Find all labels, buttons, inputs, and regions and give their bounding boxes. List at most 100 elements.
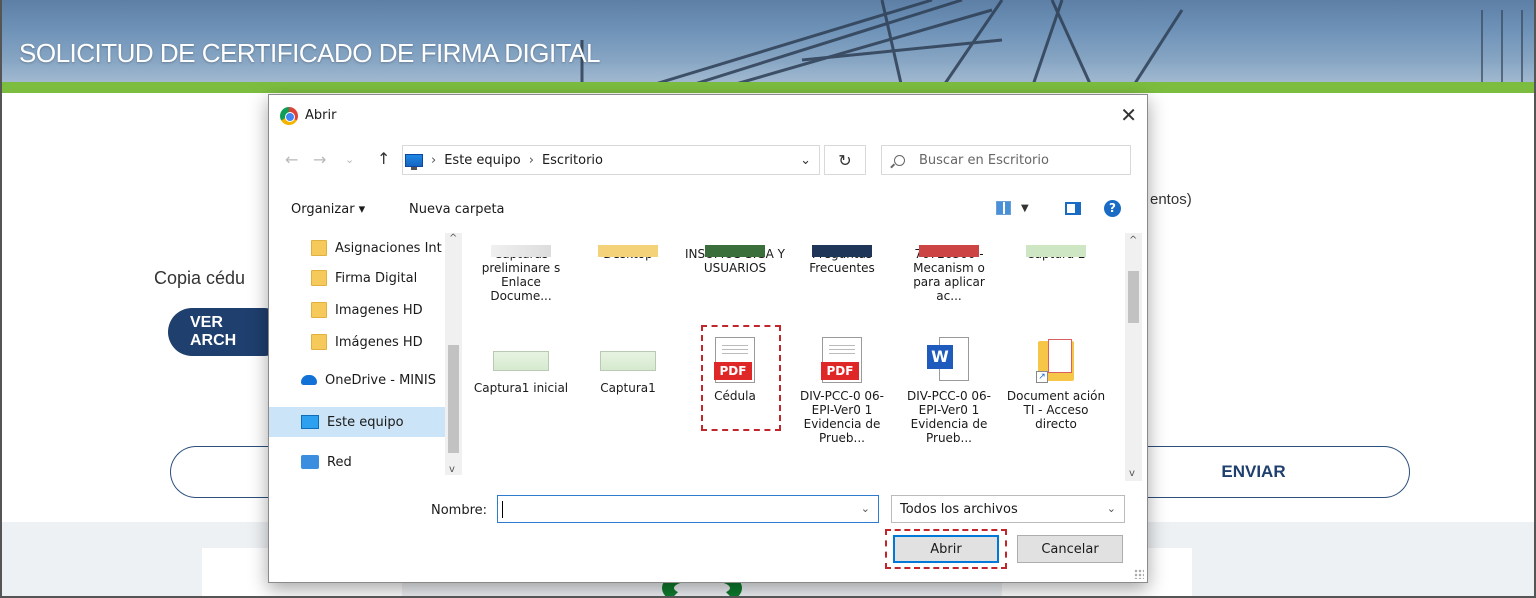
nav-item-imagenes-hd-2[interactable]: Imágenes HD: [269, 327, 445, 357]
breadcrumb-escritorio[interactable]: Escritorio: [542, 153, 603, 168]
breadcrumb-separator-icon: ›: [528, 152, 534, 168]
word-icon: W: [927, 337, 971, 383]
chevron-down-icon: ⌄: [1106, 502, 1116, 515]
new-folder-button[interactable]: Nueva carpeta: [409, 202, 505, 217]
shortcut-icon: ↗: [1034, 337, 1078, 383]
left-outline-button[interactable]: [170, 446, 270, 498]
folder-icon: [311, 302, 327, 318]
nav-scrollbar[interactable]: ^ v: [445, 233, 462, 475]
forward-arrow-icon[interactable]: →: [313, 150, 326, 169]
cancel-button[interactable]: Cancelar: [1017, 535, 1123, 563]
navigation-pane: Asignaciones Int Firma Digital Imagenes …: [269, 233, 463, 475]
file-item[interactable]: Captura1 inicial: [471, 337, 571, 395]
file-name: Captura1 inicial: [473, 381, 569, 395]
folder-icon: [598, 245, 658, 257]
nav-item-asignaciones[interactable]: Asignaciones Int: [269, 233, 445, 263]
nav-item-red[interactable]: Red: [269, 447, 445, 475]
scroll-thumb[interactable]: [1128, 271, 1139, 323]
file-item[interactable]: Captura1: [578, 337, 678, 395]
document-icon: [919, 245, 979, 257]
scroll-down-icon[interactable]: v: [449, 464, 455, 475]
chevron-down-icon[interactable]: ▼: [1021, 203, 1029, 214]
folder-icon: [311, 334, 327, 350]
nav-item-firma-digital[interactable]: Firma Digital: [269, 263, 445, 293]
nav-item-label: Firma Digital: [335, 270, 418, 286]
file-item[interactable]: ↗ Document ación TI - Acceso directo: [1006, 337, 1106, 431]
file-name: Captura1: [600, 381, 656, 395]
page-title: SOLICITUD DE CERTIFICADO DE FIRMA DIGITA…: [19, 38, 600, 68]
back-arrow-icon[interactable]: ←: [285, 150, 298, 169]
page: SOLICITUD DE CERTIFICADO DE FIRMA DIGITA…: [0, 0, 1536, 598]
file-grid: Capturas preliminare s Enlace Docume... …: [465, 233, 1125, 481]
dialog-titlebar: Abrir ✕: [269, 95, 1147, 135]
file-item[interactable]: Preguntas Frecuentes: [792, 245, 892, 275]
filename-input[interactable]: ⌄: [497, 495, 879, 523]
word-badge: W: [927, 345, 953, 369]
up-arrow-icon[interactable]: ↑: [377, 149, 390, 168]
open-file-dialog: Abrir ✕ ← → ⌄ ↑ › Este equipo › Escritor…: [268, 94, 1148, 583]
image-icon: [600, 351, 656, 371]
send-button-label: ENVIAR: [1221, 462, 1286, 481]
chevron-down-icon[interactable]: ⌄: [800, 153, 811, 168]
file-type-select[interactable]: Todos los archivos ⌄: [891, 495, 1125, 523]
pdf-page-shape: [1048, 339, 1072, 373]
open-button-highlight: [885, 529, 1007, 569]
scroll-down-icon[interactable]: v: [1129, 468, 1135, 479]
cedula-copy-label: Copia cédu: [154, 268, 246, 288]
image-icon: [493, 351, 549, 371]
file-item[interactable]: INSUMOS SIGA Y USUARIOS: [685, 245, 785, 275]
address-bar[interactable]: › Este equipo › Escritorio ⌄: [402, 145, 820, 175]
scroll-thumb[interactable]: [448, 345, 459, 453]
header-accent-bar: [2, 82, 1534, 93]
nav-item-label: Imágenes HD: [335, 334, 423, 350]
file-item[interactable]: Desktop: [578, 245, 678, 261]
breadcrumb-separator-icon: ›: [431, 152, 437, 168]
view-options-icon[interactable]: [996, 201, 1011, 215]
nav-item-onedrive[interactable]: OneDrive - MINIS: [269, 365, 445, 395]
search-icon: [894, 154, 905, 166]
text-caret: [502, 501, 503, 518]
recent-dropdown-icon[interactable]: ⌄: [345, 153, 354, 166]
pc-icon: [405, 153, 423, 170]
nav-item-imagenes-hd[interactable]: Imagenes HD: [269, 295, 445, 325]
nav-item-este-equipo[interactable]: Este equipo: [269, 407, 445, 437]
refresh-icon: ↻: [838, 150, 852, 170]
file-item[interactable]: 76726300 - Mecanism o para aplicar ac...: [899, 245, 999, 303]
folder-thumb-icon: [491, 245, 551, 257]
cedula-highlight: [701, 325, 781, 431]
folder-icon: [311, 240, 327, 256]
pdf-icon: PDF: [821, 337, 862, 383]
file-name: DIV-PCC-0 06-EPI-Ver0 1 Evidencia de Pru…: [800, 389, 884, 445]
folder-icon: [705, 245, 765, 257]
breadcrumb-este-equipo[interactable]: Este equipo: [444, 153, 521, 168]
image-icon: [1026, 245, 1086, 257]
organize-menu[interactable]: Organizar ▾: [291, 202, 365, 217]
nav-item-label: OneDrive - MINIS: [325, 372, 436, 388]
chevron-down-icon[interactable]: ⌄: [861, 502, 870, 515]
file-grid-scrollbar[interactable]: ^ v: [1125, 233, 1142, 481]
chrome-icon: [280, 107, 298, 125]
file-item[interactable]: Captura 2: [1006, 245, 1106, 261]
file-item[interactable]: Capturas preliminare s Enlace Docume...: [471, 245, 571, 303]
file-type-value: Todos los archivos: [900, 501, 1018, 517]
pc-icon: [301, 415, 319, 429]
preview-pane-icon[interactable]: [1065, 202, 1081, 215]
shortcut-arrow-icon: ↗: [1036, 371, 1048, 383]
file-item[interactable]: W DIV-PCC-0 06-EPI-Ver0 1 Evidencia de P…: [899, 337, 999, 445]
dialog-title: Abrir: [305, 108, 337, 123]
nav-item-label: Imagenes HD: [335, 302, 423, 318]
help-icon[interactable]: ?: [1104, 200, 1121, 217]
filename-label: Nombre:: [431, 503, 488, 518]
dialog-toolbar: Organizar ▾ Nueva carpeta ▼ ?: [269, 195, 1147, 225]
nav-item-label: Red: [327, 454, 352, 470]
refresh-button[interactable]: ↻: [824, 145, 866, 175]
scroll-up-icon[interactable]: ^: [449, 233, 457, 244]
send-button[interactable]: ENVIAR: [1148, 446, 1410, 498]
nav-item-label: Asignaciones Int: [335, 240, 442, 256]
scroll-up-icon[interactable]: ^: [1129, 235, 1137, 246]
search-input[interactable]: Buscar en Escritorio: [881, 145, 1131, 175]
file-item[interactable]: PDF DIV-PCC-0 06-EPI-Ver0 1 Evidencia de…: [792, 337, 892, 445]
close-icon[interactable]: ✕: [1120, 103, 1137, 127]
resize-grip-icon[interactable]: [1134, 569, 1144, 579]
nav-item-label: Este equipo: [327, 414, 404, 430]
